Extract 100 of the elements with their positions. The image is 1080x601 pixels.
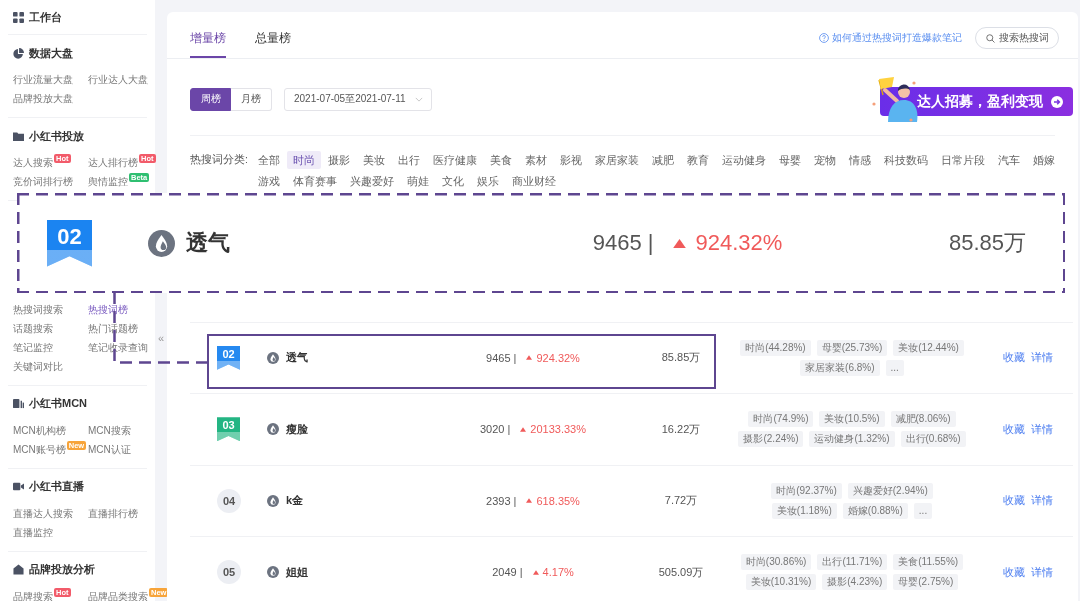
keyword-text: 透气 <box>186 229 230 257</box>
category-option[interactable]: 情感 <box>843 150 877 169</box>
category-tag: ... <box>885 359 904 376</box>
category-option[interactable]: 娱乐 <box>471 171 505 190</box>
category-option[interactable]: 文化 <box>436 171 470 190</box>
arrow-circle-icon <box>1051 95 1063 108</box>
category-tag: 运动健身(1.32%) <box>809 431 895 448</box>
sidebar-link[interactable]: MCN搜索 <box>88 420 131 440</box>
row-action-link[interactable]: 详情 <box>1031 564 1053 580</box>
category-option[interactable]: 日常片段 <box>935 150 991 169</box>
category-option[interactable]: 宠物 <box>808 150 842 169</box>
bar-chart-icon <box>13 398 24 409</box>
category-option[interactable]: 汽车 <box>992 150 1026 169</box>
category-option[interactable]: 家居家装 <box>589 150 645 169</box>
category-option[interactable]: 体育赛事 <box>287 171 343 190</box>
keyword-text: 透气 <box>286 350 308 366</box>
category-tag: 美妆(10.5%) <box>819 411 885 428</box>
section-title: 品牌投放分析 <box>29 562 95 577</box>
row-action-link[interactable]: 收藏 <box>1003 493 1025 509</box>
category-option[interactable]: 商业财经 <box>506 171 562 190</box>
row-action-link[interactable]: 详情 <box>1031 421 1053 437</box>
help-link[interactable]: 如何通过热搜词打造爆款笔记 <box>819 31 962 45</box>
sidebar-link[interactable]: 品牌投放大盘 <box>13 89 73 108</box>
grid-icon <box>13 11 24 23</box>
category-option[interactable]: 教育 <box>681 150 715 169</box>
category-tag: 减肥(8.06%) <box>890 411 956 428</box>
category-option[interactable]: 摄影 <box>322 150 356 169</box>
category-option[interactable]: 减肥 <box>646 150 680 169</box>
category-tag: 美妆(12.44%) <box>893 339 964 356</box>
category-option[interactable]: 素材 <box>519 150 553 169</box>
sidebar-link[interactable]: 行业流量大盘 <box>13 70 73 89</box>
heat-value-text: 85.85万 <box>948 230 1027 255</box>
category-tag: 时尚(92.37%) <box>771 482 842 499</box>
growth-rate-text: 4.17% <box>542 566 574 579</box>
keyword-text: 瘦脸 <box>286 421 308 437</box>
row-action-link[interactable]: 收藏 <box>1003 564 1025 580</box>
up-triangle-icon <box>520 426 527 432</box>
sidebar-link[interactable]: 关键词对比 <box>13 356 63 376</box>
drop-icon <box>267 351 279 364</box>
category-tag: 母婴(2.75%) <box>893 574 959 591</box>
ranking-tab[interactable]: 总量榜 <box>255 30 291 58</box>
category-option[interactable]: 兴趣爱好 <box>344 171 400 190</box>
folder-icon <box>13 130 24 142</box>
category-option[interactable]: 影视 <box>554 150 588 169</box>
section-title: 小红书直播 <box>29 479 84 494</box>
category-option[interactable]: 科技数码 <box>878 150 934 169</box>
category-tag: 摄影(4.23%) <box>822 574 888 591</box>
drop-icon <box>267 566 279 579</box>
rank-badge: 02 <box>47 219 92 267</box>
period-toggle-button[interactable]: 周榜 <box>190 87 231 111</box>
growth-rate-text: 20133.33% <box>530 423 587 436</box>
category-option[interactable]: 游戏 <box>252 171 286 190</box>
section-title: 小红书MCN <box>29 396 88 411</box>
growth-rate-text: 924.32% <box>536 351 580 364</box>
sidebar-link[interactable]: 热搜词搜索 <box>13 299 63 319</box>
category-option[interactable]: 美食 <box>484 150 518 169</box>
category-option[interactable]: 医疗健康 <box>427 150 483 169</box>
keyword-text: k金 <box>286 493 304 509</box>
help-icon <box>819 33 829 43</box>
category-option[interactable]: 母婴 <box>773 150 807 169</box>
category-option[interactable]: 时尚 <box>287 150 321 169</box>
up-triangle-icon <box>673 238 687 248</box>
category-tag: 出行(11.71%) <box>817 554 888 571</box>
row-action-link[interactable]: 收藏 <box>1003 421 1025 437</box>
chevron-down-icon <box>415 96 423 102</box>
rank-badge: 04 <box>217 488 241 513</box>
search-button[interactable]: 搜索热搜词 <box>975 27 1059 49</box>
sidebar-link[interactable]: 直播监控 <box>13 522 53 542</box>
sidebar-link[interactable]: 直播排行榜 <box>88 503 138 523</box>
sidebar-link[interactable]: 直播达人搜索 <box>13 503 73 523</box>
house-icon <box>13 564 24 575</box>
row-action-link[interactable]: 详情 <box>1031 350 1053 366</box>
row-action-link[interactable]: 收藏 <box>1003 350 1025 366</box>
sidebar-link[interactable]: 热门话题榜 <box>88 318 138 338</box>
category-option[interactable]: 全部 <box>252 150 286 169</box>
ranking-tab[interactable]: 增量榜 <box>190 30 226 58</box>
sidebar-link[interactable]: MCN认证 <box>88 439 131 459</box>
growth-rate-text: 924.32% <box>695 230 783 256</box>
category-option[interactable]: 婚嫁 <box>1027 150 1061 169</box>
rank-badge: 02 <box>217 345 240 370</box>
sidebar-link[interactable]: 笔记监控 <box>13 337 53 357</box>
search-count-text: 2393 | <box>486 494 517 507</box>
sidebar-link[interactable]: 竞价词排行榜 <box>13 172 73 191</box>
sidebar-link[interactable]: 热搜词榜 <box>88 299 128 319</box>
sidebar-link[interactable]: 笔记收录查询 <box>88 337 148 357</box>
drop-icon <box>267 494 279 507</box>
sidebar-link[interactable]: 话题搜索 <box>13 318 53 338</box>
date-range-field[interactable]: 2021-07-05至2021-07-11 <box>284 87 432 111</box>
category-tag: 时尚(30.86%) <box>740 554 812 571</box>
category-option[interactable]: 出行 <box>392 150 426 169</box>
keyword-text: 姐姐 <box>286 564 308 580</box>
category-tag: ... <box>913 502 933 519</box>
sidebar-link[interactable]: MCN机构榜 <box>13 420 66 440</box>
sidebar-link[interactable]: 行业达人大盘 <box>88 70 148 89</box>
period-toggle-button[interactable]: 月榜 <box>231 87 272 111</box>
category-option[interactable]: 萌娃 <box>401 171 435 190</box>
category-option[interactable]: 美妆 <box>357 150 391 169</box>
category-tag: 美妆(1.18%) <box>771 502 837 519</box>
row-action-link[interactable]: 详情 <box>1031 493 1053 509</box>
category-option[interactable]: 运动健身 <box>716 150 772 169</box>
